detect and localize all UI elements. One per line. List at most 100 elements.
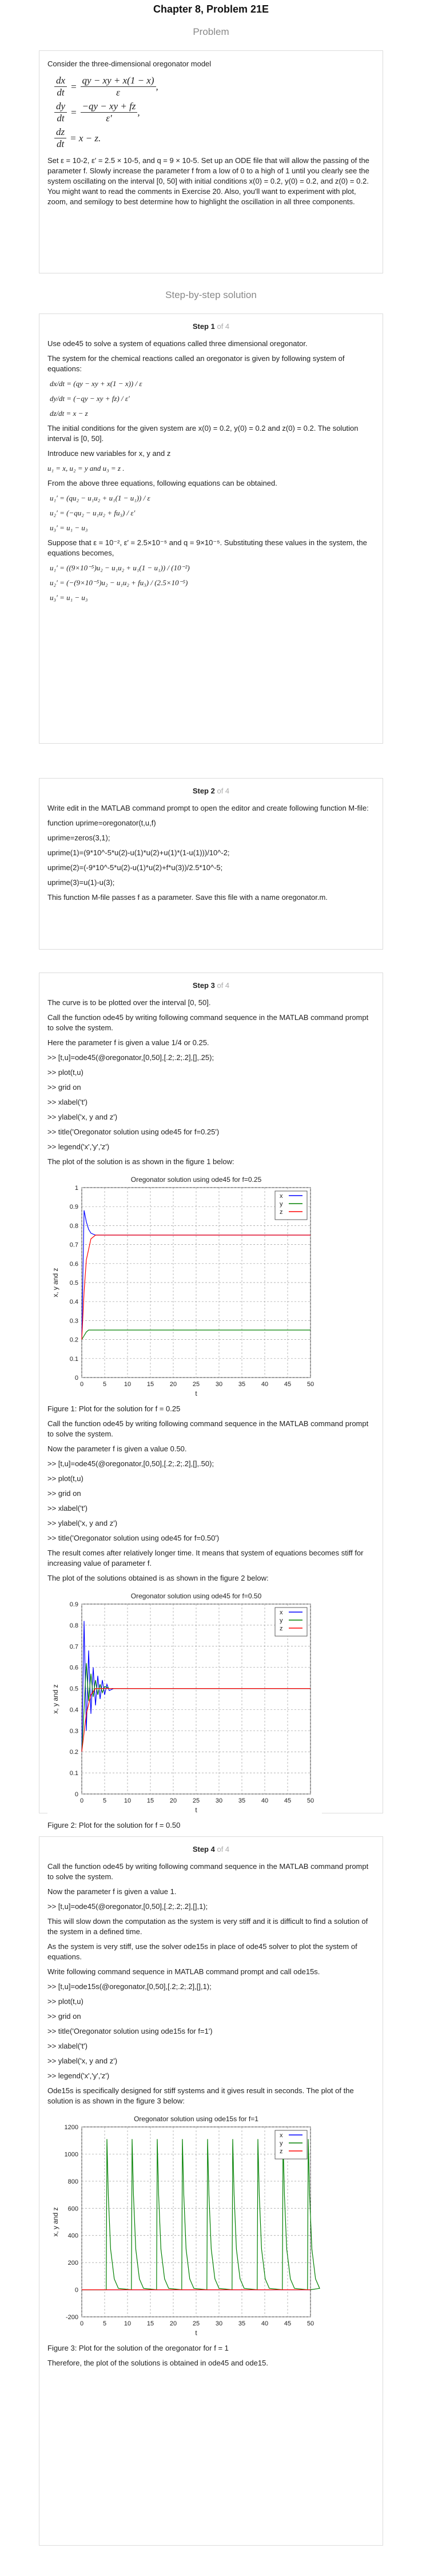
step4-line: Now the parameter f is given a value 1. (47, 1887, 177, 1896)
y-tick-label: 0.1 (70, 1770, 78, 1777)
y-tick-label: 1000 (65, 2151, 78, 2158)
legend-label: z (280, 1209, 283, 1216)
step3-line: Now the parameter f is given a value 0.5… (47, 1444, 187, 1453)
problem-card: Consider the three-dimensional oregonato… (39, 50, 383, 273)
y-tick-label: 0.2 (70, 1749, 78, 1756)
y-tick-label: 0.8 (70, 1622, 78, 1629)
step2-of: of 4 (217, 787, 230, 795)
step2-line: This function M-file passes f as a param… (47, 893, 328, 902)
legend-label: x (280, 1193, 283, 1200)
step4-line: Write following command sequence in MATL… (47, 1967, 320, 1976)
y-tick-label: -200 (66, 2314, 78, 2321)
step1-p3: The initial conditions for the given sys… (47, 424, 359, 443)
x-tick-label: 40 (261, 1381, 268, 1388)
x-tick-label: 30 (216, 1381, 222, 1388)
step3-of: of 4 (217, 981, 230, 990)
y-tick-label: 0.6 (70, 1261, 78, 1268)
step1-p1: Use ode45 to solve a system of equations… (47, 339, 308, 348)
x-tick-label: 20 (170, 2320, 177, 2327)
eq2-rhs-den: ε′ (106, 113, 112, 124)
eq2-lhs-num: dy (54, 101, 67, 113)
x-tick-label: 15 (147, 2320, 154, 2327)
x-tick-label: 30 (216, 2320, 222, 2327)
step4-label: Step 4 (192, 1845, 215, 1853)
y-tick-label: 1200 (65, 2124, 78, 2131)
step1-card: Step 1 of 4 Use ode45 to solve a system … (39, 313, 383, 744)
chart-title: Oregonator solution using ode45 for f=0.… (131, 1176, 262, 1184)
x-tick-label: 25 (193, 1797, 200, 1804)
eq2-lhs-den: dt (57, 113, 65, 124)
y-tick-label: 0 (75, 2287, 78, 2294)
step3-line: >> grid on (47, 1489, 81, 1498)
step1-f3: u₃′ = u₁ − u₃ (50, 523, 88, 532)
x-tick-label: 5 (103, 1797, 106, 1804)
y-tick-label: 200 (68, 2260, 78, 2267)
step1-p2: The system for the chemical reactions ca… (47, 354, 345, 373)
problem-body: Set ε = 10-2, ε′ = 2.5 × 10-5, and q = 9… (47, 156, 369, 206)
chart-title: Oregonator solution using ode15s for f=1 (134, 2115, 258, 2123)
step4-line: >> grid on (47, 2012, 81, 2021)
x-tick-label: 25 (193, 2320, 200, 2327)
step1-g3: u₃′ = u₁ − u₃ (50, 593, 88, 602)
step4-line: >> xlabel('t') (47, 2042, 87, 2050)
y-tick-label: 400 (68, 2233, 78, 2240)
eq1-lhs-num: dx (54, 75, 67, 87)
y-tick-label: 0.1 (70, 1356, 78, 1363)
eq1-rhs-den: ε (116, 87, 120, 98)
step3-line: >> xlabel('t') (47, 1504, 87, 1513)
y-tick-label: 0.5 (70, 1686, 78, 1693)
x-tick-label: 50 (307, 1381, 314, 1388)
step3-line: >> grid on (47, 1083, 81, 1091)
solution-label: Step-by-step solution (165, 289, 257, 300)
y-tick-label: 0.3 (70, 1317, 78, 1324)
chart-title: Oregonator solution using ode45 for f=0.… (131, 1592, 262, 1600)
step3-label: Step 3 (192, 981, 215, 990)
step1-eq2: dy/dt = (−qy − xy + fz) / ε′ (50, 394, 130, 403)
chart-f050: Oregonator solution using ode45 for f=0.… (47, 1588, 322, 1817)
step1-of: of 4 (217, 322, 230, 331)
step2-label: Step 2 (192, 787, 215, 795)
x-tick-label: 40 (261, 2320, 268, 2327)
x-tick-label: 0 (80, 1381, 83, 1388)
step1-f1: u₁′ = (qu₂ − u₁u₂ + u₁(1 − u₁)) / ε (50, 494, 150, 502)
x-tick-label: 0 (80, 2320, 83, 2327)
step4-line: As the system is very stiff, use the sol… (47, 1942, 357, 1961)
step3-line: The plot of the solutions obtained is as… (47, 1574, 269, 1582)
step4-line: >> legend('x','y','z') (47, 2071, 110, 2080)
step1-p4: Introduce new variables for x, y and z (47, 449, 171, 458)
y-tick-label: 0.6 (70, 1665, 78, 1672)
step1-f2: u₂′ = (−qu₂ − u₁u₂ + fu₃) / ε′ (50, 509, 136, 517)
step4-line: Call the function ode45 by writing follo… (47, 1862, 369, 1881)
y-tick-label: 800 (68, 2178, 78, 2185)
step3-card: Step 3 of 4 The curve is to be plotted o… (39, 973, 383, 1829)
legend-label: x (280, 2132, 283, 2139)
x-tick-label: 45 (284, 1797, 291, 1804)
y-tick-label: 0.2 (70, 1337, 78, 1344)
step3-line: >> [t,u]=ode45(@oregonator,[0,50],[.2;.2… (47, 1459, 214, 1468)
legend-label: y (280, 2140, 283, 2147)
step2-card: Step 2 of 4 Write edit in the MATLAB com… (39, 778, 383, 950)
step4-line: >> ylabel('x, y and z') (47, 2057, 118, 2065)
x-tick-label: 25 (193, 1381, 200, 1388)
chart-f1: Oregonator solution using ode15s for f=1… (47, 2111, 322, 2340)
x-tick-label: 20 (170, 1797, 177, 1804)
eq3-rhs: = x − z. (70, 132, 101, 144)
y-tick-label: 0 (75, 1791, 78, 1798)
y-tick-label: 0.4 (70, 1706, 78, 1713)
step3-line: >> ylabel('x, y and z') (47, 1519, 118, 1527)
step2-line: function uprime=oregonator(t,u,f) (47, 819, 156, 827)
step2-line: uprime(3)=u(1)-u(3); (47, 878, 115, 887)
problem-intro: Consider the three-dimensional oregonato… (47, 59, 212, 68)
x-tick-label: 10 (124, 1381, 131, 1388)
step1-p6: From the above three equations, followin… (47, 479, 277, 487)
step4-conclusion: Therefore, the plot of the solutions is … (47, 2359, 268, 2367)
eq1-lhs-den: dt (57, 87, 65, 98)
x-tick-label: 20 (170, 1381, 177, 1388)
x-tick-label: 45 (284, 2320, 291, 2327)
step3-line: >> xlabel('t') (47, 1098, 87, 1106)
step3-line: >> ylabel('x, y and z') (47, 1113, 118, 1121)
step3-line: >> plot(t,u) (47, 1068, 83, 1077)
x-tick-label: 30 (216, 1797, 222, 1804)
eq3-lhs-den: dt (56, 138, 65, 149)
step4-line: Ode15s is specifically designed for stif… (47, 2086, 354, 2105)
